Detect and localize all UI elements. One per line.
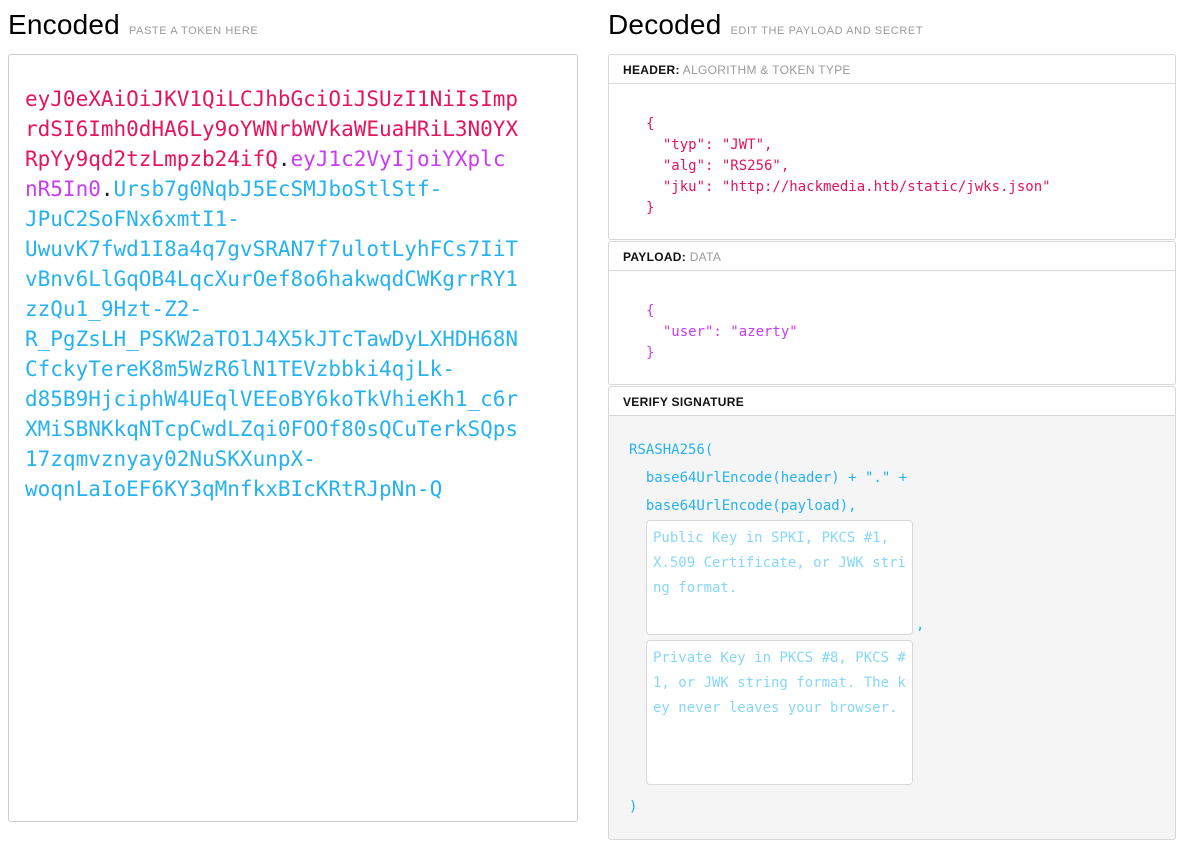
payload-section-label: PAYLOAD: xyxy=(623,250,686,264)
signature-algorithm-text: RSASHA256( base64UrlEncode(header) + "."… xyxy=(629,436,1155,520)
signature-closing-paren: ) xyxy=(629,793,1155,821)
signature-comma: , xyxy=(916,615,924,635)
header-json-editor[interactable]: { "typ": "JWT", "alg": "RS256", "jku": "… xyxy=(609,84,1175,239)
public-key-row: , xyxy=(629,520,1155,635)
decoded-column: Decoded EDIT THE PAYLOAD AND SECRET HEAD… xyxy=(608,8,1176,840)
jwt-debugger: Encoded PASTE A TOKEN HERE eyJ0eXAiOiJKV… xyxy=(0,0,1184,848)
verify-signature-label-row: VERIFY SIGNATURE xyxy=(609,387,1175,416)
jwt-token-text: eyJ0eXAiOiJKV1QiLCJhbGciOiJSUzI1NiIsImpr… xyxy=(25,84,518,504)
encoded-column: Encoded PASTE A TOKEN HERE eyJ0eXAiOiJKV… xyxy=(8,8,578,840)
header-section-label-row: HEADER: ALGORITHM & TOKEN TYPE xyxy=(609,55,1175,84)
encoded-token-editor[interactable]: eyJ0eXAiOiJKV1QiLCJhbGciOiJSUzI1NiIsImpr… xyxy=(8,54,578,822)
encoded-subtitle: PASTE A TOKEN HERE xyxy=(129,25,258,37)
payload-section: PAYLOAD: DATA { "user": "azerty" } xyxy=(608,241,1176,385)
token-separator-dot: . xyxy=(278,147,291,171)
verify-signature-label: VERIFY SIGNATURE xyxy=(623,395,744,409)
decoded-title: Decoded xyxy=(608,8,721,42)
verify-signature-content: RSASHA256( base64UrlEncode(header) + "."… xyxy=(609,416,1175,839)
verify-signature-section: VERIFY SIGNATURE RSASHA256( base64UrlEnc… xyxy=(608,386,1176,840)
public-key-textarea[interactable] xyxy=(646,520,913,635)
header-section-sublabel: ALGORITHM & TOKEN TYPE xyxy=(683,63,851,77)
token-signature-segment: Ursb7g0NqbJ5EcSMJboStlStf-JPuC2SoFNx6xmt… xyxy=(25,177,518,501)
decoded-subtitle: EDIT THE PAYLOAD AND SECRET xyxy=(730,25,923,37)
header-section-label: HEADER: xyxy=(623,63,680,77)
payload-section-sublabel: DATA xyxy=(690,250,721,264)
decoded-header-row: Decoded EDIT THE PAYLOAD AND SECRET xyxy=(608,8,1176,54)
private-key-textarea[interactable] xyxy=(646,640,913,785)
payload-json-editor[interactable]: { "user": "azerty" } xyxy=(609,271,1175,384)
header-section: HEADER: ALGORITHM & TOKEN TYPE { "typ": … xyxy=(608,54,1176,240)
encoded-header-row: Encoded PASTE A TOKEN HERE xyxy=(8,8,578,54)
payload-section-label-row: PAYLOAD: DATA xyxy=(609,242,1175,271)
encoded-title: Encoded xyxy=(8,8,120,42)
token-separator-dot: . xyxy=(101,177,114,201)
